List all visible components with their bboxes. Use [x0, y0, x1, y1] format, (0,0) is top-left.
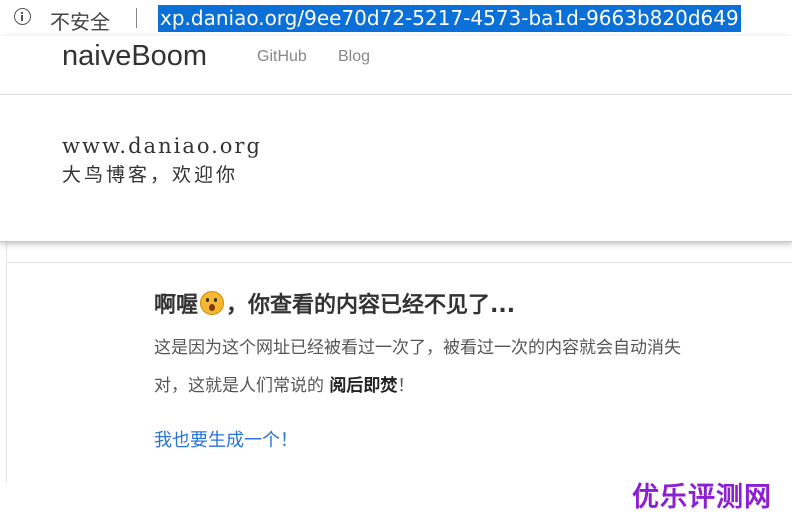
message-line-1: 这是因为这个网址已经被看过一次了，被看过一次的内容就会自动消失 — [154, 338, 681, 358]
nav-blog[interactable]: Blog — [338, 48, 370, 66]
overlay-navbar: naiveBoom GitHub Blog — [0, 36, 792, 95]
address-bar[interactable]: 不安全 xp.daniao.org/9ee70d72-5217-4573-ba1… — [0, 0, 792, 36]
overlay-line-2: 大鸟博客，欢迎你 — [62, 164, 239, 186]
watermark: 优乐评测网 — [632, 482, 772, 513]
overlay-line-1: www.daniao.org — [62, 134, 262, 158]
message-suffix: ！ — [397, 376, 415, 396]
overlay-body: www.daniao.org 大鸟博客，欢迎你 — [62, 132, 262, 190]
dropdown-overlay: naiveBoom GitHub Blog www.daniao.org 大鸟博… — [0, 36, 792, 242]
message-line-2: 对，这就是人们常说的 阅后即焚！ — [154, 367, 792, 405]
hushed-face-icon — [200, 291, 225, 315]
navbar-divider — [6, 262, 792, 263]
generate-link[interactable]: 我也要生成一个！ — [154, 426, 298, 452]
page-headline: 啊喔 ，你查看的内容已经不见了... — [154, 287, 515, 319]
nav-github[interactable]: GitHub — [257, 48, 307, 66]
headline-part1: 啊喔 — [154, 293, 199, 318]
security-label[interactable]: 不安全 — [50, 6, 110, 35]
info-icon[interactable] — [14, 8, 31, 25]
overlay-brand[interactable]: naiveBoom — [62, 40, 207, 73]
separator — [136, 8, 137, 28]
message-emphasis: 阅后即焚 — [329, 376, 398, 396]
left-strip — [0, 200, 7, 483]
url-text[interactable]: xp.daniao.org/9ee70d72-5217-4573-ba1d-96… — [158, 5, 741, 32]
message-prefix: 对，这就是人们常说的 — [154, 376, 330, 396]
message-paragraph: 这是因为这个网址已经被看过一次了，被看过一次的内容就会自动消失 对，这就是人们常… — [154, 329, 792, 405]
headline-part2: ，你查看的内容已经不见了... — [226, 293, 516, 318]
